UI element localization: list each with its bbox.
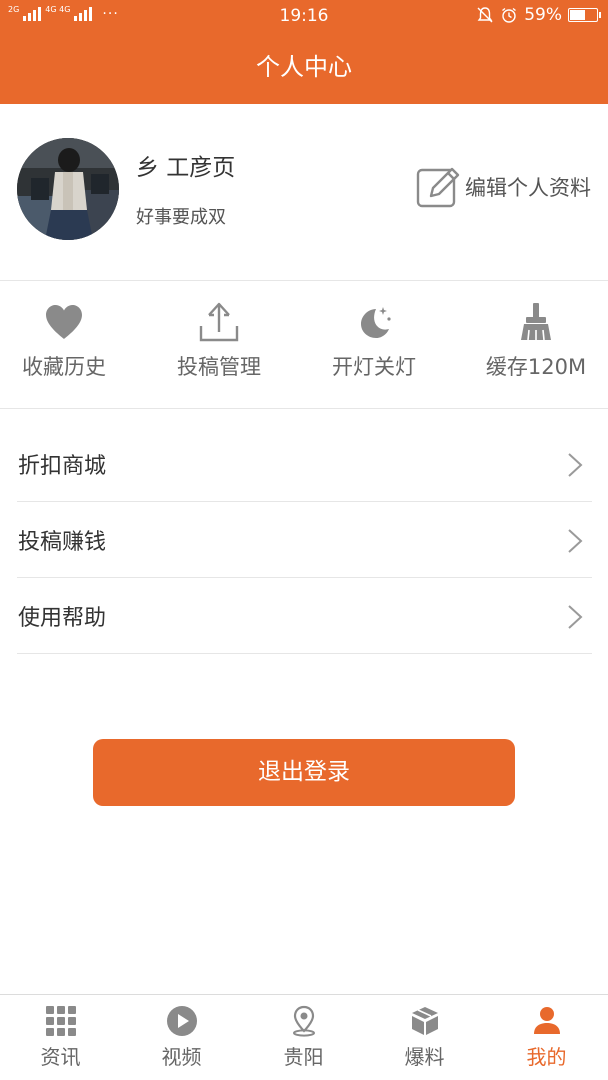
page-title: 个人中心 (0, 32, 608, 104)
grid-icon (45, 1006, 76, 1036)
upload-icon (199, 302, 239, 342)
mute-bell-icon (477, 7, 493, 23)
alarm-icon (502, 7, 517, 23)
menu-item-submit-earn[interactable]: 投稿赚钱 (17, 502, 592, 578)
battery-percent: 59% (524, 5, 562, 25)
quick-actions: 收藏历史 投稿管理 开灯关灯 缓存120M (0, 282, 608, 409)
moon-icon (361, 307, 391, 338)
quick-action-favorites-history[interactable]: 收藏历史 (0, 282, 140, 408)
chevron-right-icon (568, 453, 583, 477)
broom-icon (521, 303, 551, 341)
menu-item-label: 折扣商城 (18, 454, 107, 479)
menu-item-help[interactable]: 使用帮助 (17, 578, 592, 654)
location-pin-icon (292, 1005, 315, 1037)
quick-action-label: 投稿管理 (177, 355, 261, 379)
user-signature: 好事要成双 (136, 207, 226, 228)
battery-fill (570, 10, 585, 20)
quick-action-night-mode[interactable]: 开灯关灯 (298, 282, 450, 408)
tab-reports[interactable]: 爆料 (364, 995, 485, 1080)
quick-action-clear-cache[interactable]: 缓存120M (460, 282, 608, 408)
menu-list: 折扣商城 投稿赚钱 使用帮助 (17, 426, 592, 654)
tab-mine[interactable]: 我的 (486, 995, 607, 1080)
menu-item-label: 投稿赚钱 (18, 530, 107, 555)
box-icon (411, 1007, 438, 1035)
user-icon (533, 1007, 560, 1034)
edit-profile-label: 编辑个人资料 (465, 176, 591, 200)
tab-guiyang[interactable]: 贵阳 (243, 995, 364, 1080)
play-icon (166, 1006, 197, 1036)
profile-section: 乡 工彦页 好事要成双 编辑个人资料 (0, 104, 608, 281)
status-bar-right: 59% (476, 5, 601, 25)
status-bar: 2G 4G 4G ··· 19:16 59% (0, 0, 608, 32)
edit-profile-button[interactable]: 编辑个人资料 (415, 164, 591, 210)
quick-action-label: 收藏历史 (22, 355, 106, 379)
menu-item-label: 使用帮助 (18, 606, 107, 631)
chevron-right-icon (568, 605, 583, 629)
quick-action-label: 缓存120M (485, 355, 587, 379)
battery-icon (568, 8, 601, 22)
quick-action-label: 开灯关灯 (332, 355, 416, 379)
tab-label: 资讯 (40, 1045, 81, 1069)
bottom-tab-bar: 资讯 视频 贵阳 爆料 我的 (0, 994, 608, 1080)
menu-item-discount-mall[interactable]: 折扣商城 (17, 426, 592, 502)
logout-button[interactable]: 退出登录 (93, 739, 515, 806)
quick-action-submission-management[interactable]: 投稿管理 (143, 282, 295, 408)
tab-label: 我的 (526, 1045, 567, 1069)
heart-icon (46, 305, 82, 339)
tab-label: 爆料 (404, 1045, 445, 1069)
tab-label: 视频 (161, 1045, 202, 1069)
username: 乡 工彦页 (136, 155, 236, 181)
avatar-photo (17, 138, 119, 240)
tab-label: 贵阳 (283, 1045, 324, 1069)
tab-video[interactable]: 视频 (121, 995, 242, 1080)
edit-icon (416, 167, 460, 208)
tab-news[interactable]: 资讯 (0, 995, 121, 1080)
avatar[interactable] (17, 138, 119, 240)
chevron-right-icon (568, 529, 583, 553)
